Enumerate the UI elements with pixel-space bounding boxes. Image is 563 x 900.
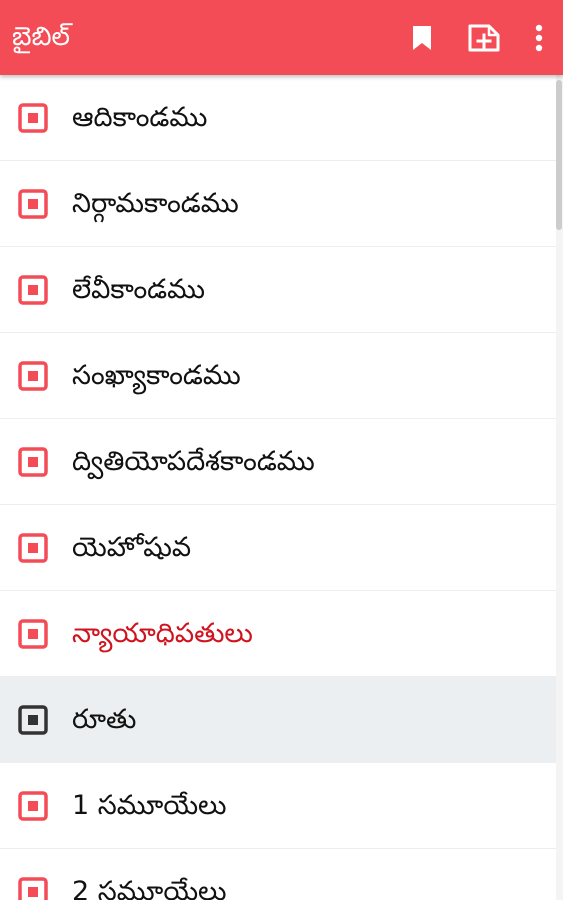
book-title: రూతు: [72, 704, 137, 735]
book-row-judges[interactable]: న్యాయాధిపతులు: [0, 591, 556, 677]
book-item-icon: [18, 275, 48, 305]
new-note-button[interactable]: [460, 0, 508, 75]
book-title: లేవీకాండము: [72, 274, 206, 305]
book-row-2-samuel[interactable]: 2 సమూయేలు: [0, 849, 556, 900]
book-row-1-samuel[interactable]: 1 సమూయేలు: [0, 763, 556, 849]
book-title: సంఖ్యాకాండము: [72, 360, 241, 391]
bookmark-icon: [413, 25, 431, 50]
book-title: నిర్గామకాండము: [72, 188, 239, 219]
book-title: 1 సమూయేలు: [72, 790, 227, 821]
book-title: ద్వితియోపదేశకాండము: [72, 446, 315, 477]
new-note-icon: [468, 24, 500, 51]
book-title: న్యాయాధిపతులు: [72, 618, 253, 649]
book-item-icon: [18, 533, 48, 563]
scrollbar-thumb[interactable]: [556, 80, 562, 230]
book-title: యెహోషువ: [72, 532, 192, 563]
book-row-joshua[interactable]: యెహోషువ: [0, 505, 556, 591]
more-options-button[interactable]: [515, 0, 563, 75]
book-item-icon: [18, 877, 48, 900]
book-row-exodus[interactable]: నిర్గామకాండము: [0, 161, 556, 247]
book-item-icon: [18, 705, 48, 735]
more-vert-icon: [535, 24, 543, 51]
app-window: బైబిల్ ఆదికాండము నిర్గామకాండము లేవీకాండమ…: [0, 0, 563, 900]
app-title: బైబిల్: [12, 22, 70, 52]
app-bar: బైబిల్: [0, 0, 563, 75]
book-item-icon: [18, 619, 48, 649]
book-item-icon: [18, 361, 48, 391]
book-row-genesis[interactable]: ఆదికాండము: [0, 75, 556, 161]
book-row-deuteronomy[interactable]: ద్వితియోపదేశకాండము: [0, 419, 556, 505]
bookmark-button[interactable]: [398, 0, 446, 75]
book-row-leviticus[interactable]: లేవీకాండము: [0, 247, 556, 333]
book-title: ఆదికాండము: [72, 102, 208, 133]
book-item-icon: [18, 189, 48, 219]
book-item-icon: [18, 791, 48, 821]
book-item-icon: [18, 447, 48, 477]
book-row-numbers[interactable]: సంఖ్యాకాండము: [0, 333, 556, 419]
book-list: ఆదికాండము నిర్గామకాండము లేవీకాండము సంఖ్య…: [0, 75, 556, 900]
book-title: 2 సమూయేలు: [72, 876, 227, 900]
book-row-ruth[interactable]: రూతు: [0, 677, 556, 763]
book-item-icon: [18, 103, 48, 133]
